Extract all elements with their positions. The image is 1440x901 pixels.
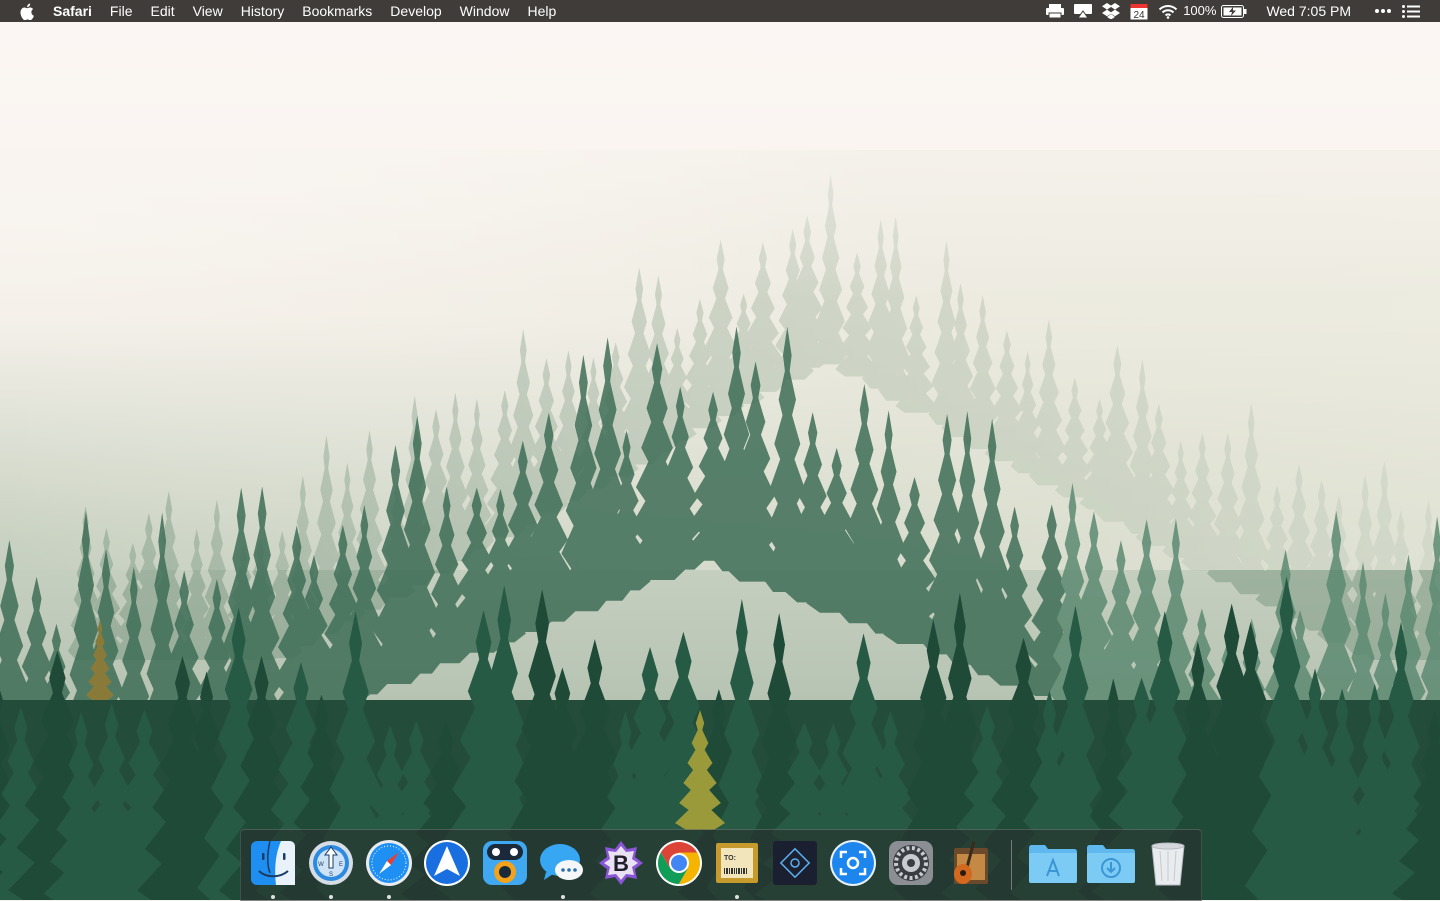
menu-help[interactable]: Help (518, 0, 565, 22)
menu-develop[interactable]: Develop (381, 0, 450, 22)
menu-edit[interactable]: Edit (141, 0, 183, 22)
tweetbot-icon[interactable] (480, 838, 530, 898)
menu-clock[interactable]: Wed 7:05 PM (1252, 0, 1369, 22)
compass-letter-e: E (339, 862, 343, 868)
notification-center-icon[interactable] (1397, 0, 1440, 22)
safari-icon[interactable] (364, 838, 414, 899)
bbedit-letter: B (613, 851, 629, 876)
airplay-icon[interactable] (1069, 0, 1097, 22)
chrome-icon[interactable] (654, 838, 704, 898)
compass-app-icon[interactable]: N W E S (306, 838, 356, 899)
menu-file[interactable]: File (101, 0, 142, 22)
battery-icon[interactable] (1216, 0, 1252, 22)
finder-icon[interactable] (248, 838, 298, 899)
menu-bookmarks[interactable]: Bookmarks (293, 0, 381, 22)
battery-percent[interactable]: 100% (1183, 0, 1216, 22)
wifi-icon[interactable] (1153, 0, 1183, 22)
messages-icon[interactable] (538, 838, 588, 899)
running-indicator (387, 895, 391, 899)
dock: N W E S (240, 829, 1202, 901)
desktop-wallpaper (0, 0, 1440, 900)
letter-to-label: TO: (724, 855, 736, 862)
spark-mail-icon[interactable] (422, 838, 472, 898)
menu-window[interactable]: Window (451, 0, 519, 22)
garageband-icon[interactable] (944, 838, 994, 898)
running-indicator (329, 895, 333, 899)
photo-editor-icon[interactable] (770, 838, 820, 898)
compass-letter-w: W (318, 862, 324, 868)
downloads-folder-icon[interactable] (1085, 838, 1135, 898)
calendar-icon[interactable]: 24 (1125, 0, 1153, 22)
compass-letter-s: S (329, 872, 333, 878)
menu-bar-status: 24 100% Wed 7:05 PM (1041, 0, 1440, 22)
menu-history[interactable]: History (232, 0, 294, 22)
menu-bar-left: Safari File Edit View History Bookmarks … (0, 0, 565, 22)
more-icon[interactable] (1369, 0, 1397, 22)
screenshot-app-icon[interactable] (828, 838, 878, 898)
dropbox-icon[interactable] (1097, 0, 1125, 22)
running-indicator (271, 895, 275, 899)
bbedit-icon[interactable]: B (596, 838, 646, 898)
printer-icon[interactable] (1041, 0, 1069, 22)
menu-view[interactable]: View (184, 0, 232, 22)
system-preferences-icon[interactable] (886, 838, 936, 898)
running-indicator (735, 895, 739, 899)
applications-folder-icon[interactable] (1027, 838, 1077, 898)
calendar-day: 24 (1134, 10, 1146, 20)
running-indicator (561, 895, 565, 899)
dock-separator (1011, 840, 1012, 890)
menu-app-name[interactable]: Safari (51, 0, 101, 22)
menu-bar: Safari File Edit View History Bookmarks … (0, 0, 1440, 22)
trash-icon[interactable] (1143, 838, 1193, 898)
letter-app-icon[interactable]: TO: (712, 838, 762, 899)
apple-icon[interactable] (19, 2, 35, 20)
